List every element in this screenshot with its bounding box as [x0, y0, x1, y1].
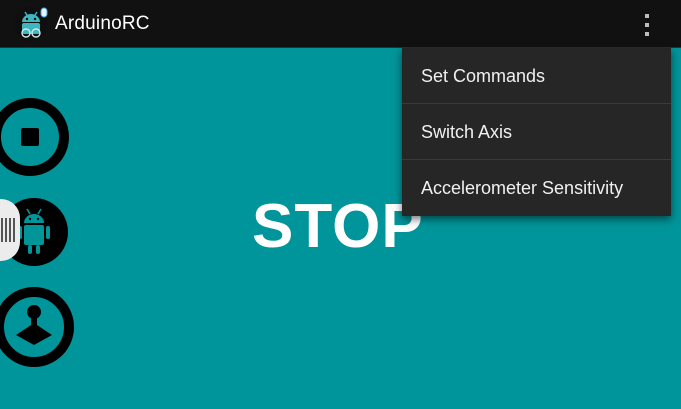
app-icon[interactable]: [13, 6, 49, 42]
menu-item-set-commands[interactable]: Set Commands: [402, 48, 671, 104]
joystick-button[interactable]: [0, 285, 82, 369]
menu-item-switch-axis[interactable]: Switch Axis: [402, 104, 671, 160]
overflow-menu: Set Commands Switch Axis Accelerometer S…: [402, 48, 671, 216]
drawer-handle[interactable]: [0, 199, 20, 261]
status-label: STOP: [252, 192, 424, 261]
stop-button[interactable]: [0, 97, 74, 177]
grip-lines-icon: [1, 218, 15, 242]
action-bar: ArduinoRC: [0, 0, 681, 48]
stop-icon: [21, 128, 39, 146]
app-title: ArduinoRC: [55, 13, 150, 34]
joystick-icon: [16, 305, 52, 345]
overflow-menu-icon[interactable]: [632, 10, 662, 40]
menu-item-accelerometer-sensitivity[interactable]: Accelerometer Sensitivity: [402, 160, 671, 216]
